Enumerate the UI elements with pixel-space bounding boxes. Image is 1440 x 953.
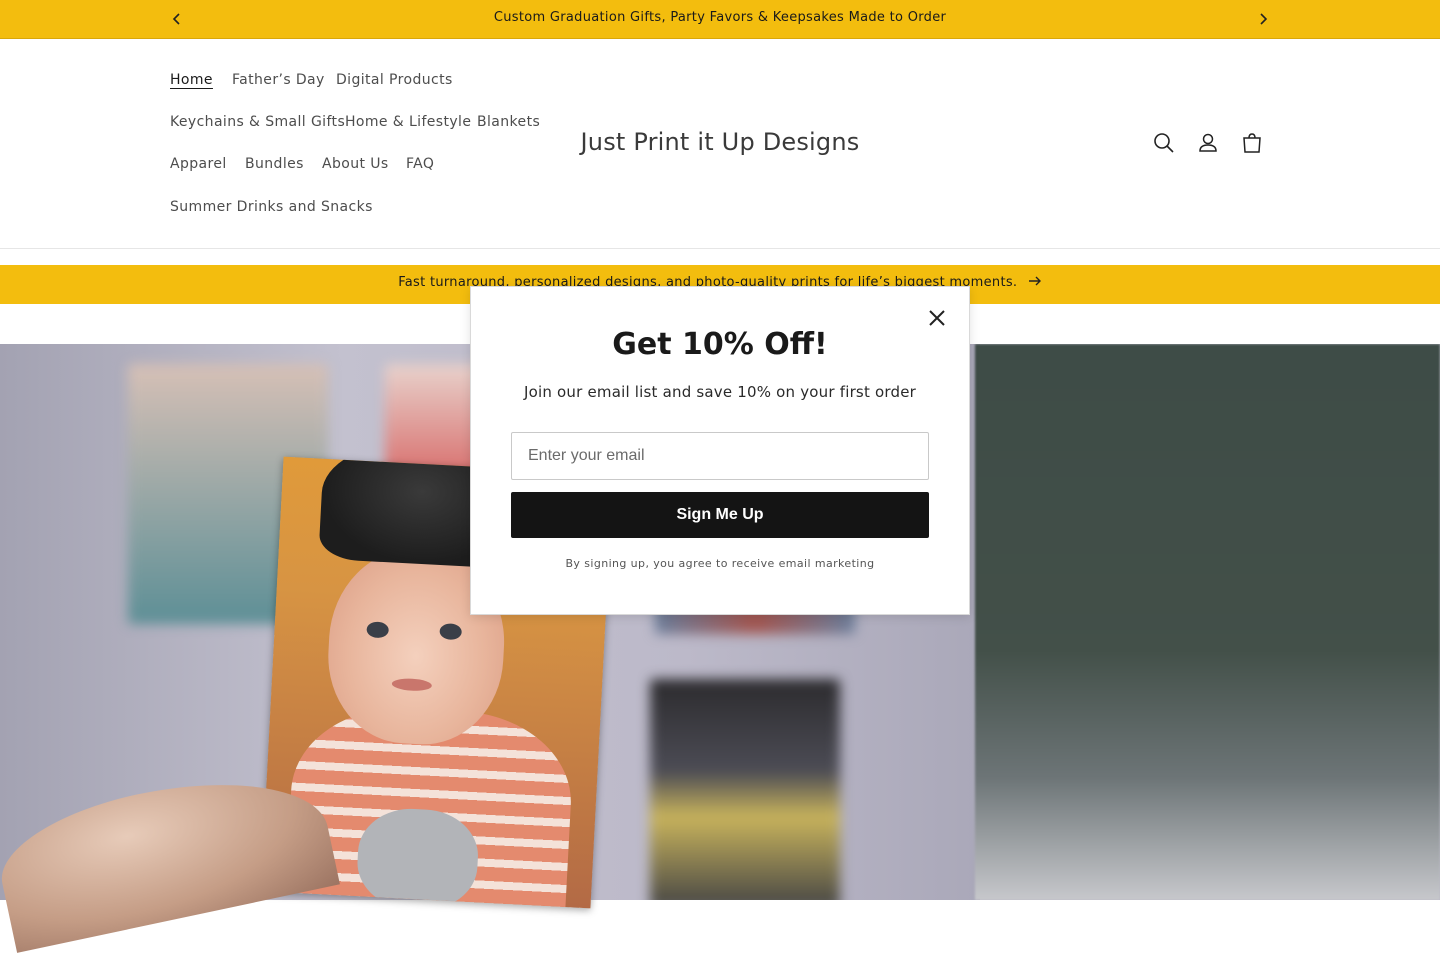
nav-item-digital-products[interactable]: Digital Products bbox=[336, 72, 453, 88]
nav-item-bundles[interactable]: Bundles bbox=[245, 156, 304, 172]
arrow-right-icon bbox=[1028, 275, 1042, 290]
site-logo[interactable]: Just Print it Up Designs bbox=[560, 128, 880, 156]
account-icon[interactable] bbox=[1195, 130, 1221, 156]
blurred-photo bbox=[650, 679, 840, 900]
site-header: Home Father’s Day Digital Products Keych… bbox=[0, 39, 1440, 249]
email-signup-modal: Get 10% Off! Join our email list and sav… bbox=[470, 286, 970, 615]
modal-title: Get 10% Off! bbox=[612, 327, 828, 362]
nav-item-faq[interactable]: FAQ bbox=[406, 156, 434, 172]
announcement-bar: Custom Graduation Gifts, Party Favors & … bbox=[0, 0, 1440, 39]
announcement-text: Custom Graduation Gifts, Party Favors & … bbox=[493, 10, 947, 25]
chevron-right-icon[interactable] bbox=[1253, 9, 1273, 29]
modal-subtitle: Join our email list and save 10% on your… bbox=[524, 383, 916, 401]
nav-item-about-us[interactable]: About Us bbox=[322, 156, 389, 172]
hero-background-dark bbox=[975, 344, 1440, 900]
nav-item-summer-drinks[interactable]: Summer Drinks and Snacks bbox=[170, 199, 373, 215]
search-icon[interactable] bbox=[1151, 130, 1177, 156]
nav-item-blankets[interactable]: Blankets bbox=[477, 114, 540, 130]
modal-legal-text: By signing up, you agree to receive emai… bbox=[565, 557, 875, 570]
close-icon[interactable] bbox=[926, 307, 948, 329]
sign-me-up-button[interactable]: Sign Me Up bbox=[511, 492, 929, 538]
nav-item-home[interactable]: Home bbox=[170, 72, 213, 88]
nav-item-apparel[interactable]: Apparel bbox=[170, 156, 227, 172]
email-input[interactable] bbox=[511, 432, 929, 480]
cart-icon[interactable] bbox=[1239, 130, 1265, 156]
nav-item-fathers-day[interactable]: Father’s Day bbox=[232, 72, 325, 88]
nav-item-keychains[interactable]: Keychains & Small Gifts bbox=[170, 114, 345, 130]
nav-item-home-lifestyle[interactable]: Home & Lifestyle bbox=[345, 114, 471, 130]
